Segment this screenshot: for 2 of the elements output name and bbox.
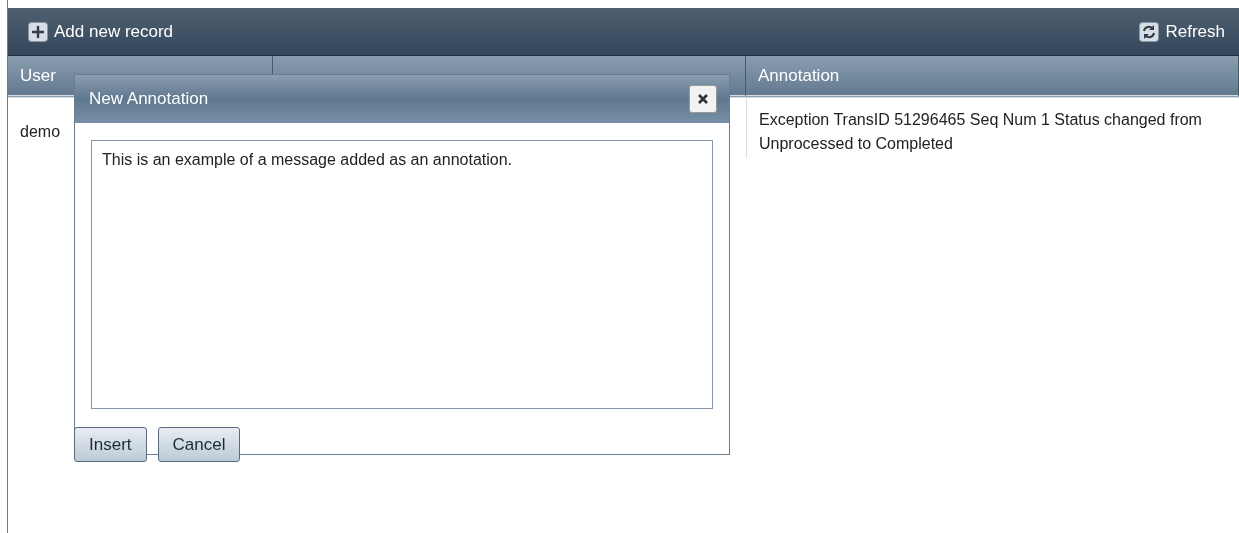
dialog-title: New Annotation — [89, 89, 209, 109]
table-cell: Exception TransID 51296465 Seq Num 1 Status changed from Unprocessed to Completed — [746, 98, 1239, 158]
